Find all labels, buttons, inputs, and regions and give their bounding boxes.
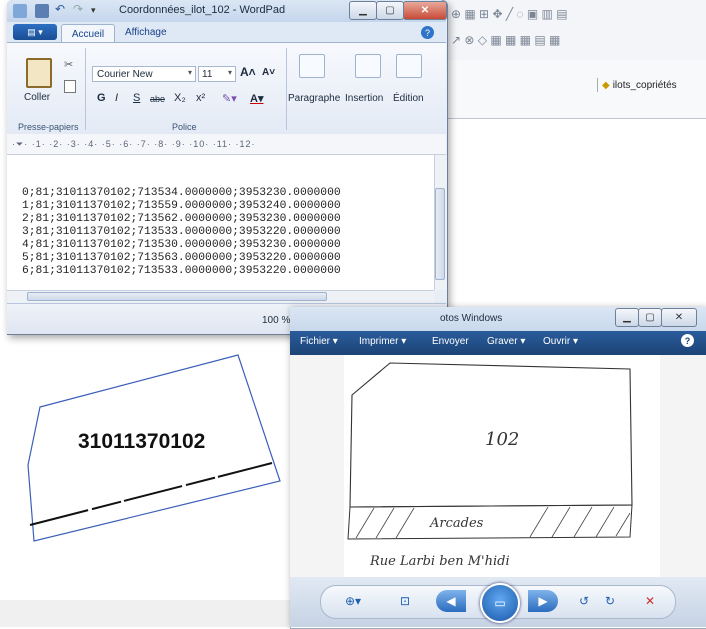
binoculars-icon[interactable] (396, 54, 422, 78)
wordpad-menu-button[interactable]: ▤ ▾ (13, 24, 57, 40)
help-icon[interactable]: ? (421, 26, 434, 39)
font-family-value: Courier New (97, 68, 153, 80)
superscript-button[interactable]: x² (196, 92, 205, 104)
close-button[interactable]: ✕ (403, 1, 447, 20)
minimize-button[interactable]: ▁ (349, 1, 377, 20)
text-line: 3;81;31011370102;713533.0000000;3953220.… (22, 226, 341, 238)
slideshow-button[interactable]: ▭ (480, 583, 520, 623)
subscript-button[interactable]: X₂ (174, 92, 186, 104)
menu-imprimer[interactable]: Imprimer ▾ (359, 336, 406, 347)
font-family-select[interactable]: Courier New ▾ (92, 66, 196, 82)
gis-statusbar (0, 600, 290, 627)
menu-envoyer[interactable]: Envoyer (432, 336, 469, 347)
insertion-button[interactable]: Insertion (345, 93, 383, 104)
zoom-icon[interactable]: ⊕▾ (340, 591, 366, 611)
edition-button[interactable]: Édition (393, 93, 424, 104)
menu-graver[interactable]: Graver ▾ (487, 336, 525, 347)
wordpad-title: Coordonnées_ilot_102 - WordPad (119, 4, 286, 16)
grow-font-button[interactable]: A˄ (240, 65, 256, 79)
layer-name: ilots_copriétés (612, 79, 677, 91)
chevron-down-icon: ▾ (187, 68, 192, 77)
strikethrough-button[interactable]: abe (150, 94, 165, 104)
next-button[interactable]: ▶ (528, 590, 558, 612)
maximize-button[interactable]: ▢ (638, 308, 662, 327)
rotate-right-icon[interactable]: ↻ (600, 591, 620, 611)
shrink-font-button[interactable]: A˅ (262, 67, 275, 78)
wordpad-app-icon[interactable] (13, 4, 27, 18)
group-separator (85, 48, 86, 130)
text-line: 5;81;31011370102;713563.0000000;3953220.… (22, 252, 341, 264)
underline-button[interactable]: S (133, 92, 140, 104)
redo-icon[interactable]: ↷ (73, 2, 87, 16)
group-label-clipboard: Presse-papiers (18, 122, 79, 132)
sketch-street: Rue Larbi ben M'hidi (369, 554, 510, 569)
close-button[interactable]: ✕ (661, 308, 697, 327)
gis-toolbar: ⊕ ▦ ⊞ ✥ ╱ ◌ ▣ ▥ ▤ ↗ ⊗ ◇ ▦ ▦ ▦ ▤ ▦ (445, 0, 706, 61)
delete-icon[interactable]: ✕ (640, 591, 660, 611)
tab-affichage[interactable]: Affichage (125, 27, 167, 38)
vertical-scroll-thumb[interactable] (435, 188, 445, 280)
text-line: 2;81;31011370102;713562.0000000;3953230.… (22, 213, 341, 225)
ruler-ticks: ·⏷· ·1· ·2· ·3· ·4· ·5· ·6· ·7· ·8· ·9· … (12, 139, 256, 149)
previous-button[interactable]: ◀ (436, 590, 466, 612)
parcel-id-label: 31011370102 (78, 430, 206, 453)
text-line: 4;81;31011370102;713530.0000000;3953230.… (22, 239, 341, 251)
divider (445, 118, 706, 119)
horizontal-scroll-thumb[interactable] (27, 292, 327, 301)
paragraph-button[interactable]: Paragraphe (288, 93, 340, 104)
paste-button[interactable]: Coller (24, 92, 50, 103)
customize-qat-icon[interactable]: ▾ (91, 5, 105, 19)
copy-icon[interactable] (64, 80, 76, 93)
chevron-down-icon: ▾ (227, 68, 232, 77)
bold-button[interactable]: G (97, 92, 106, 104)
maximize-button[interactable]: ▢ (376, 1, 404, 20)
rotate-left-icon[interactable]: ↺ (574, 591, 594, 611)
tab-accueil[interactable]: Accueil (61, 24, 115, 43)
viewer-window-controls: ▁ ▢ ✕ (615, 308, 697, 327)
text-line: 6;81;31011370102;713533.0000000;3953220.… (22, 265, 341, 277)
zoom-level: 100 % (262, 315, 291, 326)
wordpad-window-controls: ▁ ▢ ✕ (349, 1, 447, 20)
help-icon[interactable]: ? (681, 334, 694, 347)
paste-icon[interactable] (26, 58, 52, 88)
minimize-button[interactable]: ▁ (615, 308, 639, 327)
actual-size-icon[interactable]: ⊡ (394, 591, 416, 611)
font-size-value: 11 (202, 68, 213, 80)
font-size-select[interactable]: 11 ▾ (198, 66, 236, 82)
menu-ouvrir[interactable]: Ouvrir ▾ (543, 336, 578, 347)
font-color-icon[interactable]: A▾ (250, 92, 263, 105)
photo-viewer-title: otos Windows (440, 313, 503, 324)
group-separator (286, 48, 287, 130)
document-text[interactable]: 0;81;31011370102;713534.0000000;3953230.… (22, 174, 341, 291)
parcel-edge-line (29, 462, 273, 526)
layer-icon: ◆ (602, 79, 610, 91)
sketch-band-label: Arcades (429, 516, 484, 531)
menu-fichier[interactable]: Fichier ▾ (300, 336, 338, 347)
highlight-icon[interactable]: ✎▾ (222, 92, 237, 105)
sketch-paper (344, 355, 660, 577)
group-label-font: Police (172, 122, 197, 132)
text-line: 0;81;31011370102;713534.0000000;3953230.… (22, 187, 341, 199)
toolbar-row-2[interactable]: ↗ ⊗ ◇ ▦ ▦ ▦ ▤ ▦ (445, 30, 560, 50)
undo-icon[interactable]: ↶ (55, 2, 69, 16)
insert-icon[interactable] (355, 54, 381, 78)
text-line: 1;81;31011370102;713559.0000000;3953240.… (22, 200, 341, 212)
cut-icon[interactable]: ✂ (64, 58, 73, 71)
hand-sketch-image: 102 Arcades Rue Larbi ben M'hidi (344, 355, 660, 577)
toolbar-row-1[interactable]: ⊕ ▦ ⊞ ✥ ╱ ◌ ▣ ▥ ▤ (445, 4, 568, 24)
paragraph-icon[interactable] (299, 54, 325, 78)
italic-button[interactable]: I (115, 92, 118, 104)
sketch-number: 102 (485, 429, 519, 450)
save-icon[interactable] (35, 4, 49, 18)
layer-item[interactable]: ◆ ilots_copriétés (597, 78, 681, 92)
